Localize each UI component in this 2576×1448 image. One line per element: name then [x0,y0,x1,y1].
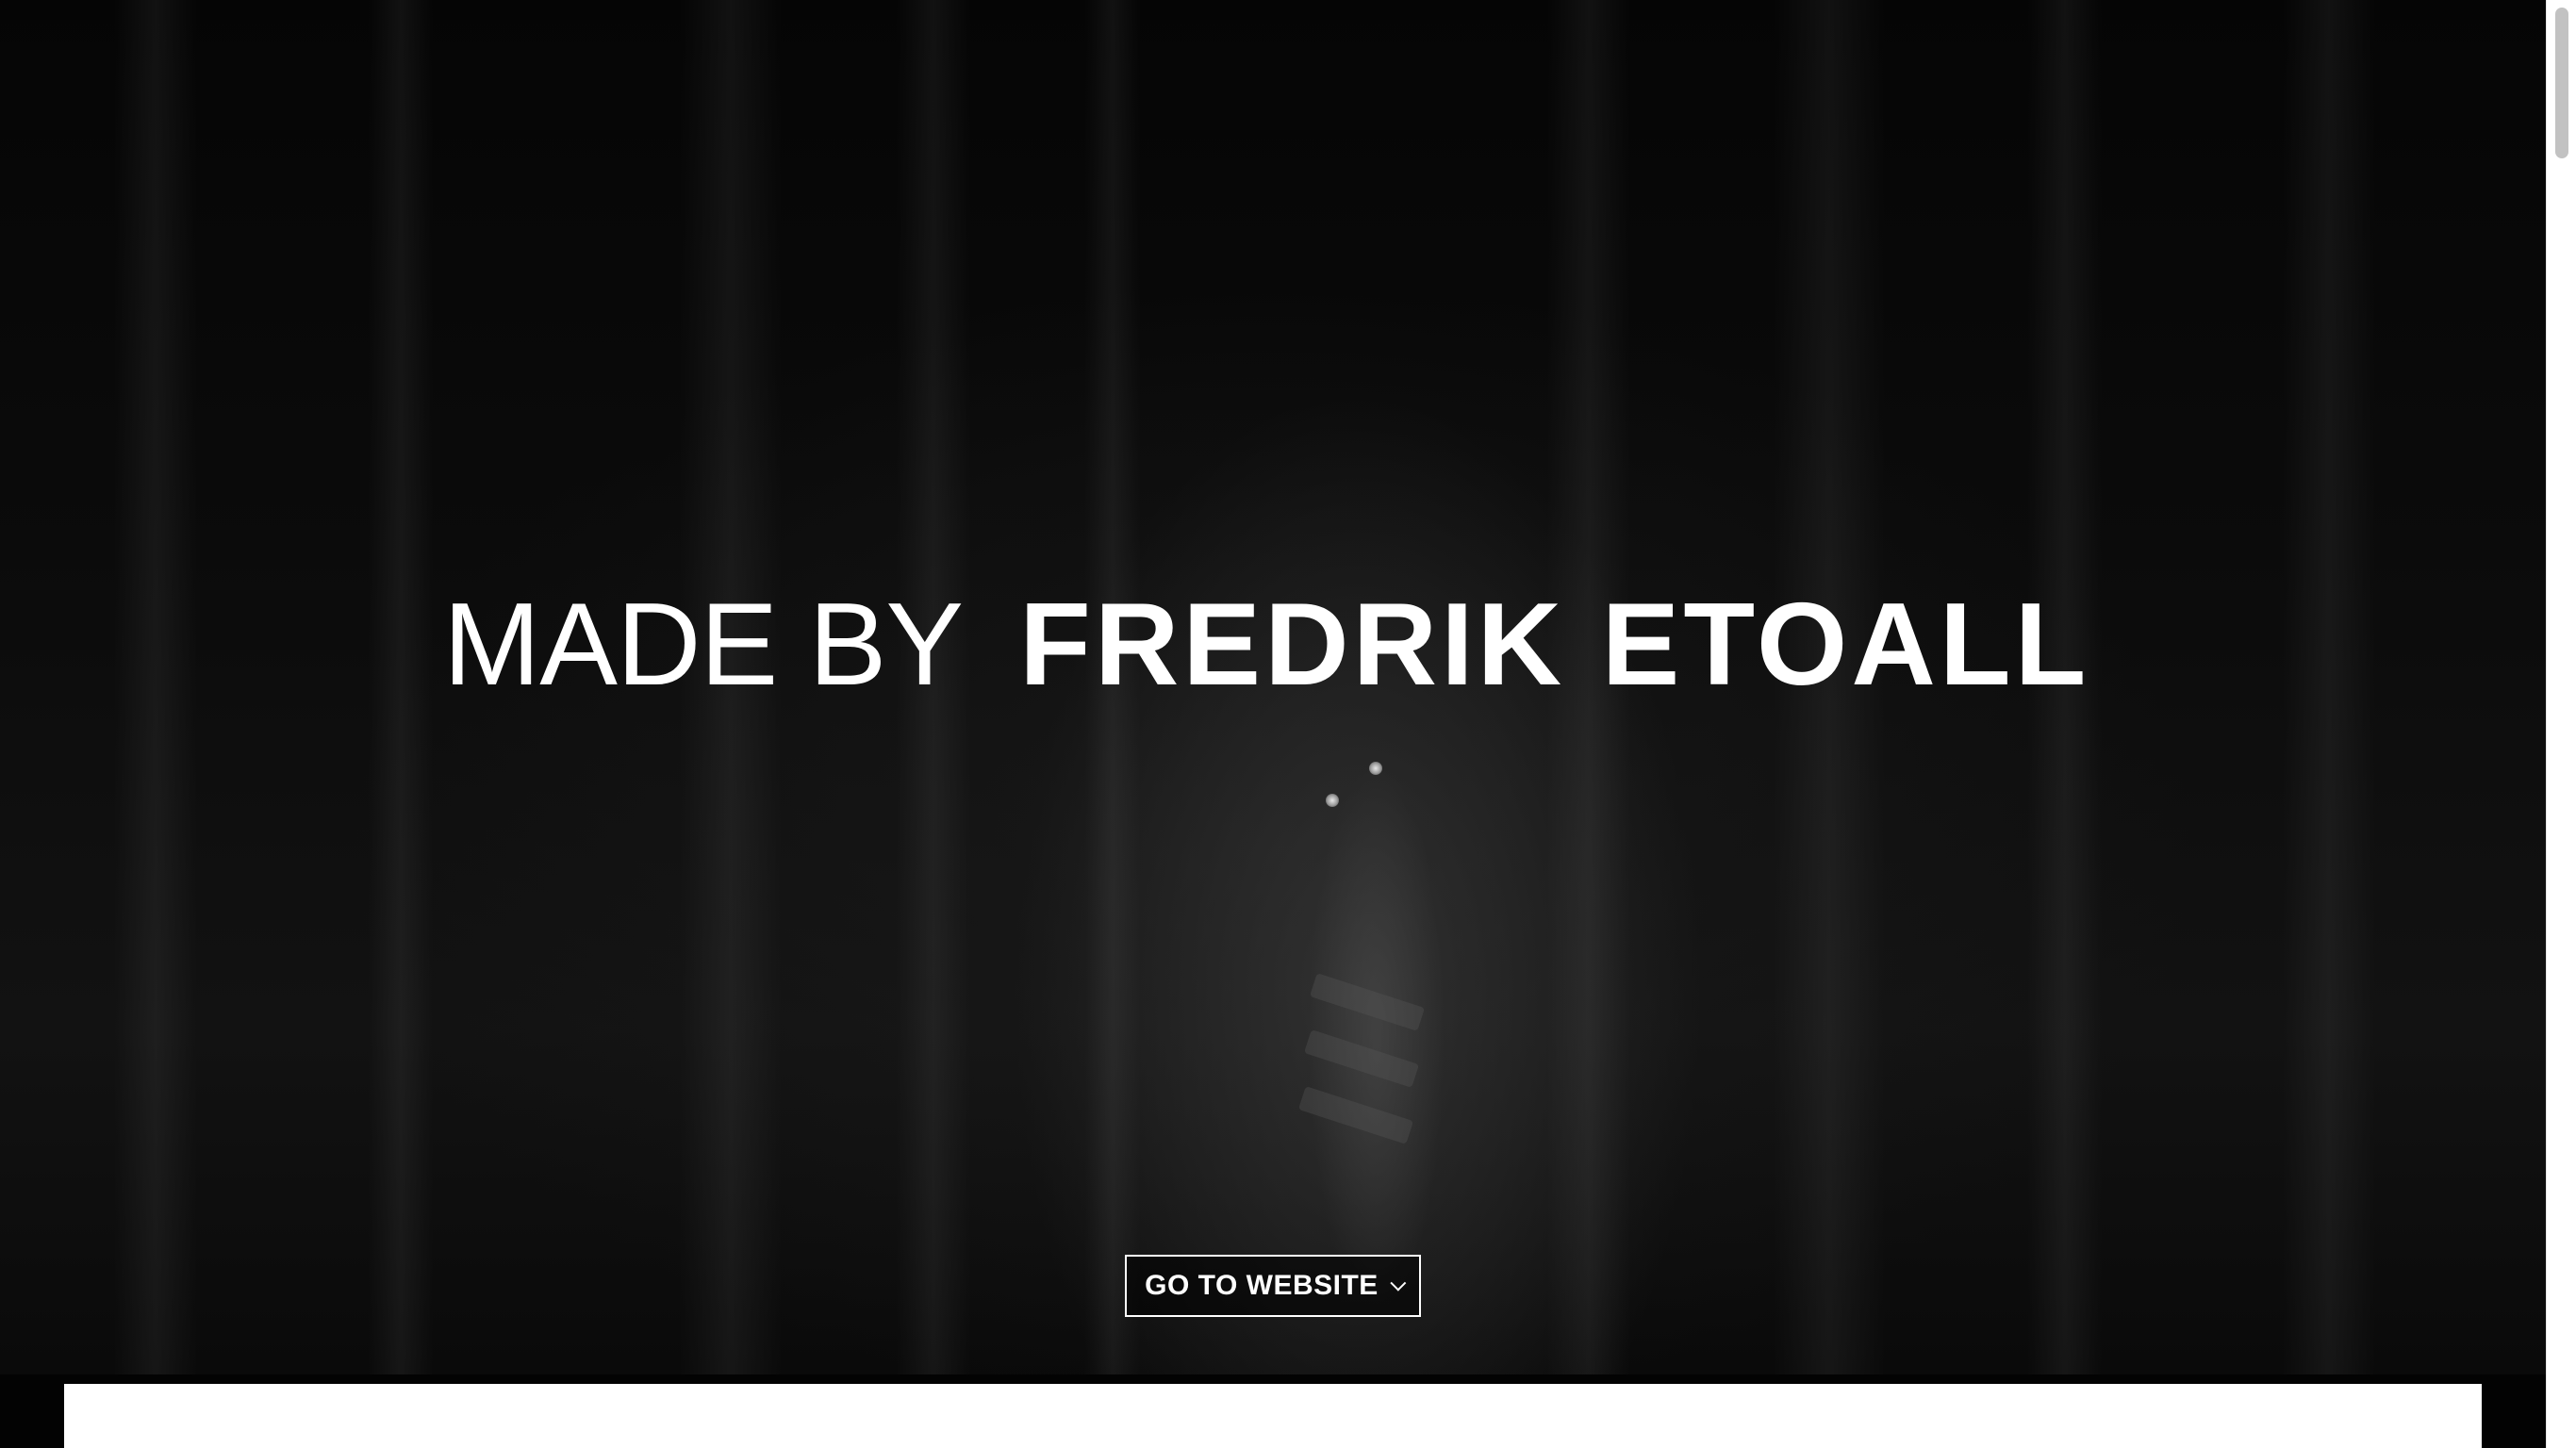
headline-name: FREDRIK ETOALL [1019,580,2090,710]
hero-headline: MADE BY FREDRIK ETOALL [443,579,2089,711]
hero-section: MADE BY FREDRIK ETOALL GO TO WEBSITE [0,0,2546,1374]
curtain-fold [368,0,434,1374]
go-to-website-button[interactable]: GO TO WEBSITE [1125,1255,1421,1317]
figure-stripe [1309,973,1426,1031]
figure-eye [1326,794,1339,807]
page-viewport: MADE BY FREDRIK ETOALL GO TO WEBSITE [0,0,2546,1448]
content-panel [64,1384,2482,1448]
headline-made-by: MADE BY [443,580,964,710]
curtain-fold [2282,0,2376,1374]
vertical-scrollbar[interactable] [2546,0,2576,1448]
figure-eye [1369,762,1382,775]
scrollbar-thumb[interactable] [2555,8,2568,158]
chevron-down-icon [1390,1275,1407,1292]
curtain-fold [113,0,198,1374]
figure-stripe [1297,1086,1414,1144]
go-to-website-label: GO TO WEBSITE [1145,1270,1379,1301]
figure-stripe [1303,1029,1420,1088]
